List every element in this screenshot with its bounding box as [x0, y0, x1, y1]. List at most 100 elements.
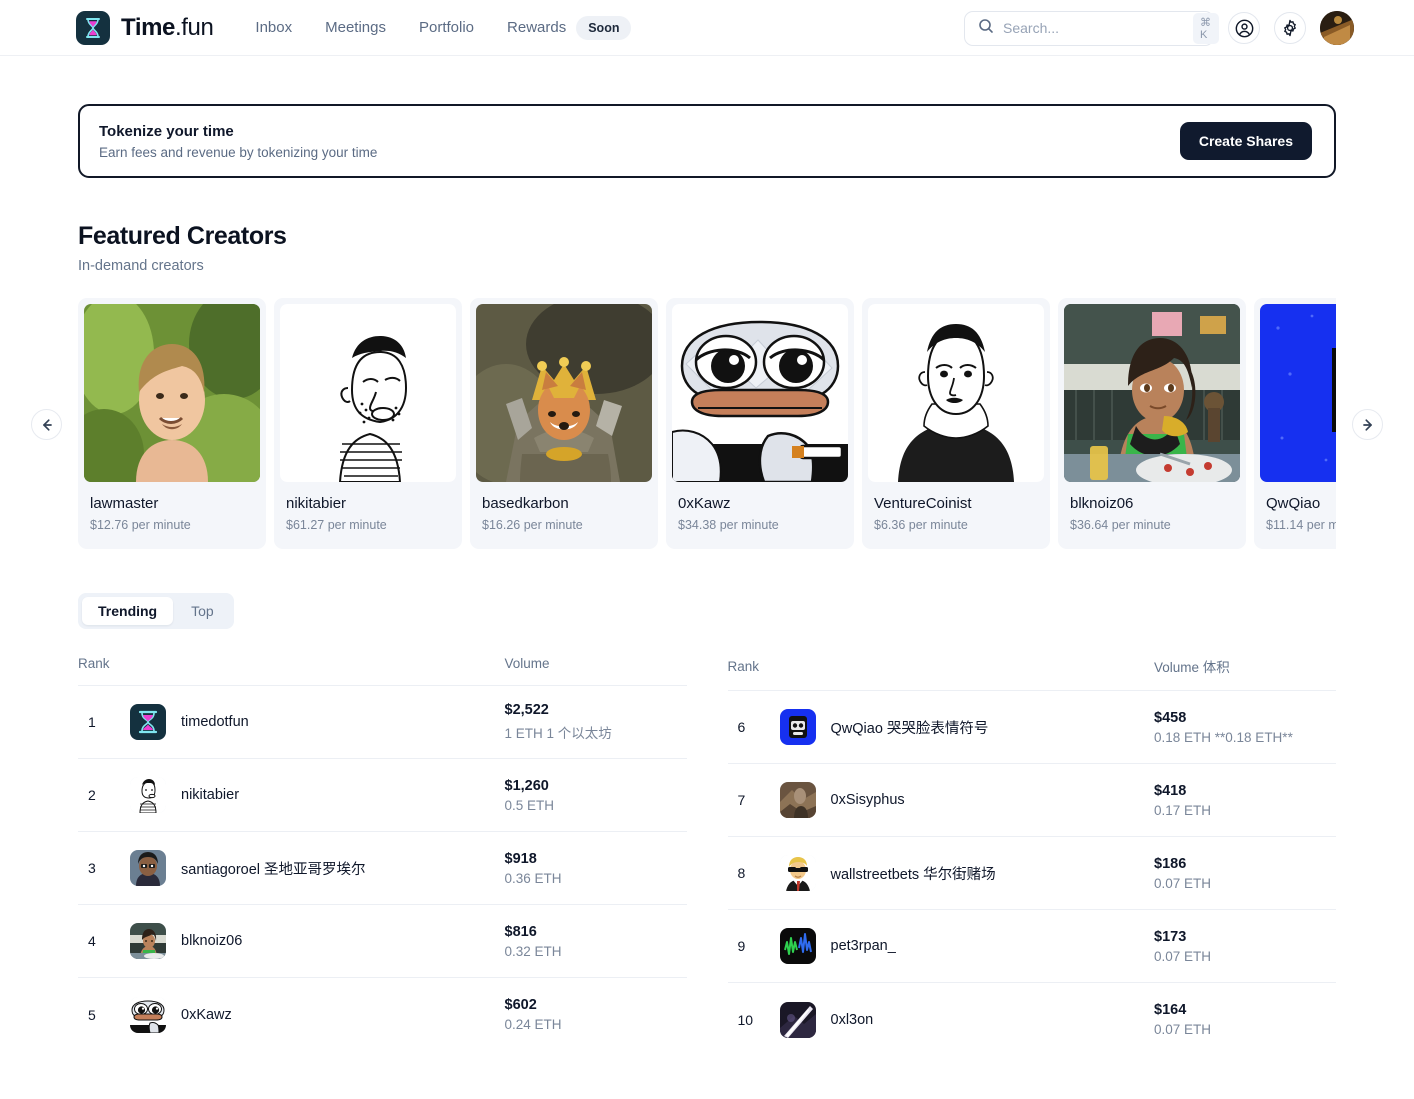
nav-item-rewards[interactable]: Rewards Soon — [507, 16, 631, 40]
creator-card[interactable]: nikitabier $61.27 per minute — [274, 298, 462, 549]
creator-card[interactable]: QwQiao $11.14 per minute — [1254, 298, 1336, 549]
user-avatar[interactable] — [1320, 11, 1354, 45]
table-header: Rank Volume 体积 — [728, 656, 1337, 691]
creator-avatar-line-drawing-man-black-shirt — [868, 304, 1044, 482]
creator-avatar-diamond-pepe — [130, 997, 166, 1033]
creator-name: blknoiz06 — [181, 933, 242, 949]
volume-eth: 0.17 ETH — [1154, 803, 1336, 818]
creator-name: basedkarbon — [482, 495, 646, 512]
volume-usd: $173 — [1154, 929, 1336, 945]
table-row[interactable]: 8 wallstreetbets 华尔街赌场 — [728, 837, 1337, 910]
user-circle-icon[interactable] — [1228, 12, 1260, 44]
table-row[interactable]: 9 pet3rpan_ $173 0.07 ETH — [728, 910, 1337, 983]
creator-card[interactable]: VentureCoinist $6.36 per minute — [862, 298, 1050, 549]
nav-item-rewards-label: Rewards — [507, 19, 566, 36]
table-row[interactable]: 2 nikitabier $1,260 — [78, 759, 687, 832]
rank-number: 10 — [728, 1012, 780, 1028]
creator-name: nikitabier — [181, 787, 239, 803]
tokenize-banner: Tokenize your time Earn fees and revenue… — [78, 104, 1336, 178]
volume-usd: $918 — [505, 851, 687, 867]
banner-subtitle: Earn fees and revenue by tokenizing your… — [99, 145, 377, 160]
creator-name: 0xKawz — [181, 1007, 232, 1023]
arrow-right-icon[interactable] — [1352, 409, 1383, 440]
creator-avatar-wsb-guy — [780, 855, 816, 891]
volume-usd: $164 — [1154, 1002, 1336, 1018]
nav-item-meetings[interactable]: Meetings — [325, 19, 386, 36]
leaderboard-tabs: Trending Top — [78, 593, 234, 629]
nav-item-portfolio[interactable]: Portfolio — [419, 19, 474, 36]
brand-name: Time.fun — [121, 14, 213, 42]
table-row[interactable]: 6 QwQiao 哭哭脸表情符号 $458 0.18 ETH **0.18 ET… — [728, 691, 1337, 764]
brand-logo[interactable]: Time.fun — [76, 11, 213, 45]
rank-number: 4 — [78, 933, 130, 949]
column-header-rank: Rank — [728, 659, 780, 674]
creator-card[interactable]: basedkarbon $16.26 per minute — [470, 298, 658, 549]
soon-badge: Soon — [576, 16, 631, 40]
volume-usd: $816 — [505, 924, 687, 940]
main-nav: Inbox Meetings Portfolio Rewards Soon — [255, 16, 631, 40]
creator-card-list[interactable]: lawmaster $12.76 per minute — [78, 298, 1336, 549]
rank-number: 8 — [728, 865, 780, 881]
featured-carousel: lawmaster $12.76 per minute — [78, 298, 1336, 549]
creator-card[interactable]: 0xKawz $34.38 per minute — [666, 298, 854, 549]
nav-item-inbox[interactable]: Inbox — [255, 19, 292, 36]
banner-title: Tokenize your time — [99, 123, 377, 140]
table-row[interactable]: 5 0xKawz — [78, 978, 687, 1051]
search-shortcut-badge: ⌘ K — [1193, 13, 1219, 44]
creator-avatar-anime-woman-diner — [130, 923, 166, 959]
creator-name: 0xKawz — [678, 495, 842, 512]
volume-usd: $418 — [1154, 783, 1336, 799]
rank-number: 9 — [728, 938, 780, 954]
creator-rate: $16.26 per minute — [482, 518, 646, 532]
creator-rate: $6.36 per minute — [874, 518, 1038, 532]
top-navigation-bar: Time.fun Inbox Meetings Portfolio Reward… — [0, 0, 1414, 56]
search-icon — [978, 18, 994, 39]
table-row[interactable]: 1 timedotfun $2,522 1 ETH 1 个以太坊 — [78, 686, 687, 759]
leaderboard-right: Rank Volume 体积 6 QwQiao 哭哭脸表情符号 — [728, 656, 1337, 1056]
table-row[interactable]: 10 0xl3on $164 0.07 ETH — [728, 983, 1337, 1056]
volume-eth: 0.07 ETH — [1154, 1022, 1336, 1037]
column-header-volume: Volume 体积 — [1154, 656, 1336, 676]
leaderboard-left: Rank Volume 1 timedotfun — [78, 656, 687, 1056]
search-input[interactable] — [1003, 20, 1184, 36]
creator-card[interactable]: lawmaster $12.76 per minute — [78, 298, 266, 549]
search-box[interactable]: ⌘ K — [964, 11, 1214, 46]
volume-eth: 0.24 ETH — [505, 1017, 687, 1032]
tab-trending[interactable]: Trending — [82, 597, 173, 625]
creator-card[interactable]: blknoiz06 $36.64 per minute — [1058, 298, 1246, 549]
rank-number: 3 — [78, 860, 130, 876]
creator-avatar-anime-woman-diner — [1064, 304, 1240, 482]
rank-number: 2 — [78, 787, 130, 803]
volume-eth: 0.36 ETH — [505, 871, 687, 886]
tab-top[interactable]: Top — [175, 597, 230, 625]
page-subtitle: In-demand creators — [78, 258, 1336, 274]
arrow-left-icon[interactable] — [31, 409, 62, 440]
volume-eth: 0.07 ETH — [1154, 876, 1336, 891]
creator-avatar-diamond-pepe — [672, 304, 848, 482]
header-actions: ⌘ K — [964, 0, 1354, 56]
table-row[interactable]: 7 0xSisyphus $418 0.17 ETH — [728, 764, 1337, 837]
creator-avatar-line-drawing-man-striped-shirt — [130, 777, 166, 813]
table-row[interactable]: 4 blknoiz06 — [78, 905, 687, 978]
creator-avatar-fox-king-painting — [476, 304, 652, 482]
creator-name: nikitabier — [286, 495, 450, 512]
table-row[interactable]: 3 santiagoroel 圣地亚哥罗埃尔 $918 — [78, 832, 687, 905]
volume-eth: 0.18 ETH **0.18 ETH** — [1154, 730, 1336, 745]
creator-name: wallstreetbets 华尔街赌场 — [831, 863, 996, 884]
creator-rate: $61.27 per minute — [286, 518, 450, 532]
creator-name: VentureCoinist — [874, 495, 1038, 512]
creator-name: QwQiao — [1266, 495, 1336, 512]
creator-name: 0xSisyphus — [831, 792, 905, 808]
leaderboard-tables: Rank Volume 1 timedotfun — [78, 656, 1336, 1056]
creator-name: blknoiz06 — [1070, 495, 1234, 512]
create-shares-button[interactable]: Create Shares — [1180, 122, 1312, 160]
creator-name: QwQiao 哭哭脸表情符号 — [831, 717, 989, 738]
volume-usd: $2,522 — [505, 702, 687, 718]
rank-number: 6 — [728, 719, 780, 735]
creator-rate: $12.76 per minute — [90, 518, 254, 532]
volume-usd: $602 — [505, 997, 687, 1013]
creator-avatar-photo-man-outdoors — [84, 304, 260, 482]
creator-avatar-blue-pixel-art — [1260, 304, 1336, 482]
gear-icon[interactable] — [1274, 12, 1306, 44]
creator-name: timedotfun — [181, 714, 249, 730]
